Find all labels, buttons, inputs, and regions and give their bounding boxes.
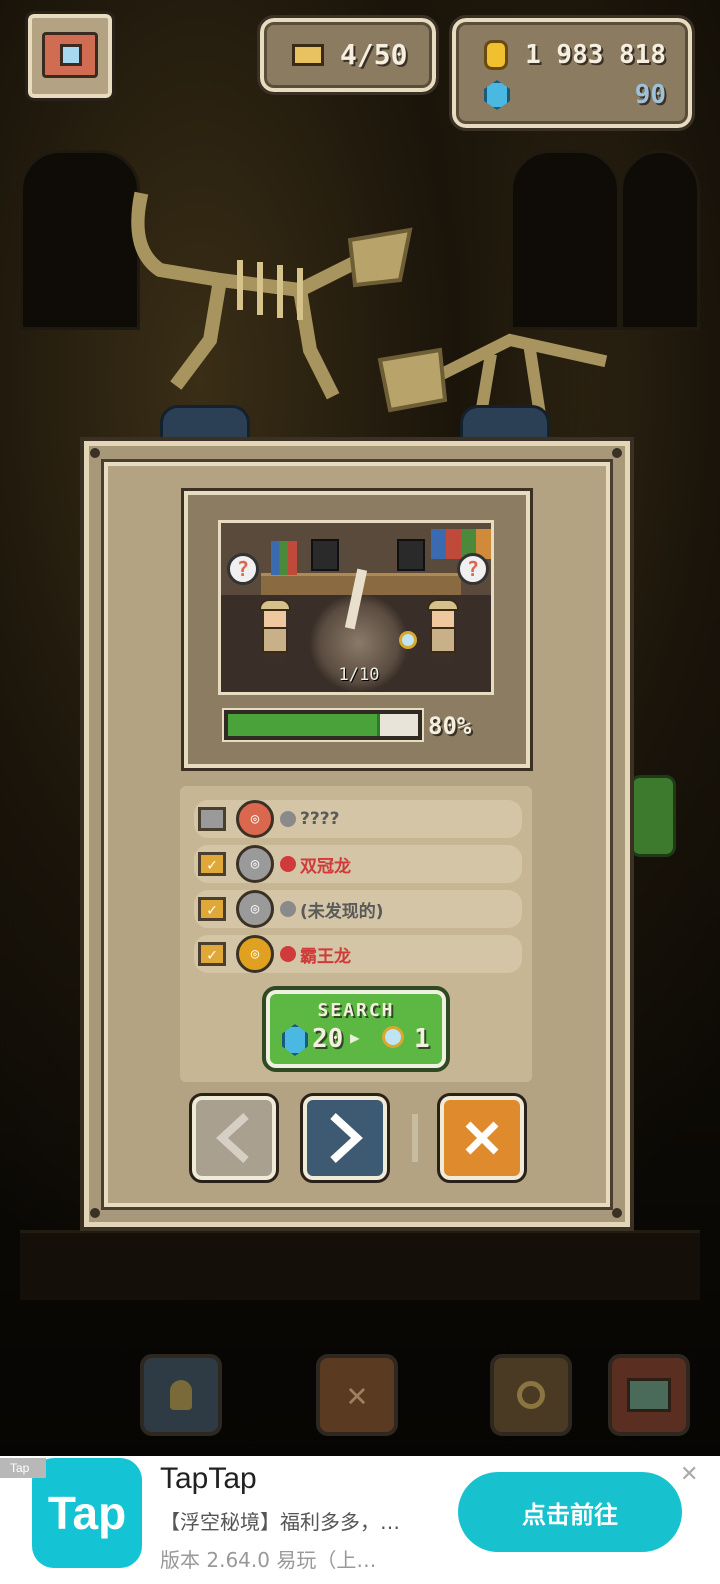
frame-bolt [612,1208,622,1218]
gem-count: 90 [634,80,666,110]
frame-bolt [90,448,100,458]
next-button[interactable] [300,1093,390,1183]
close-icon [465,1121,499,1155]
museum-floor [20,1230,700,1300]
divider [412,1114,418,1162]
capacity-panel: 4/50 [257,15,439,95]
bus-icon [292,44,324,66]
lightbulb-icon [170,1380,192,1410]
scene-books [271,541,297,575]
hint-button[interactable] [140,1354,222,1436]
scene-computer [397,539,425,571]
close-button[interactable] [437,1093,527,1183]
coin-count: 1 983 818 [525,40,666,70]
status-dot [280,946,296,962]
frame-bolt [612,448,622,458]
ad-version: 版本 2.64.0 易玩（上… [160,1548,377,1572]
frame-bolt [90,1208,100,1218]
close-icon: ✕ [346,1375,368,1415]
ad-subtitle: 【浮空秘境】福利多多，… [160,1510,400,1534]
map-button[interactable] [608,1354,690,1436]
capacity-value: 4/50 [340,38,408,71]
search-tool-button[interactable] [490,1354,572,1436]
fossil-medal-icon: ◎ [236,890,274,928]
ad-cta-button[interactable]: 点击前往 [458,1472,682,1552]
scene-computer [311,539,339,571]
ad-tag: Tap [0,1458,46,1478]
checkbox[interactable]: ✓ [198,897,226,921]
taptap-logo[interactable]: Tap [32,1458,142,1568]
ad-close-icon[interactable]: ✕ [680,1462,698,1487]
search-lens-cost: 1 [414,1024,430,1054]
status-dot [280,811,296,827]
dinosaur-name: (未发现的) [300,901,384,922]
dinosaur-name: ???? [300,809,340,829]
side-tab[interactable] [630,775,676,857]
gem-icon [282,1024,308,1056]
scene-books [431,529,491,559]
fossil-medal-icon: ◎ [236,845,274,883]
dinosaur-name: 霸王龙 [300,946,351,967]
dig-progress-fill [228,714,380,736]
fossil-medal-icon: ◎ [236,935,274,973]
status-dot [280,901,296,917]
currency-panel: 1 983 818 90 [449,15,695,131]
taptap-logo-text: Tap [47,1487,127,1539]
checkbox[interactable] [198,807,226,831]
gem-icon [484,80,510,110]
dinosaur-name: 双冠龙 [300,856,351,877]
chevron-left-icon [216,1113,249,1163]
dig-progress-label: 80% [428,712,472,740]
excavation-scene: ? ? 1/10 [218,520,494,695]
ad-title: TapTap [160,1462,257,1495]
search-label: SEARCH [317,1000,395,1021]
question-bubble-right: ? [457,553,489,585]
camera-icon [42,32,98,78]
explorer-character-left [259,599,291,671]
camera-button[interactable] [25,11,115,101]
search-gem-cost: 20 [312,1024,344,1054]
checkbox[interactable]: ✓ [198,852,226,876]
magnifier-icon [517,1381,545,1409]
fossil-medal-icon: ◎ [236,800,274,838]
list-item[interactable]: ◎ ???? [194,800,522,838]
magnifier-icon [382,1026,404,1048]
display-pedestal [460,405,550,445]
explorer-character-right [427,599,459,671]
scene-counter: 1/10 [338,665,380,685]
magnifier-icon [399,631,417,649]
status-dot [280,856,296,872]
display-pedestal [160,405,250,445]
coin-icon [484,40,508,70]
arrow-right-icon: ▶ [350,1028,360,1047]
prev-button[interactable] [189,1093,279,1183]
search-button[interactable]: SEARCH 20 ▶ 1 [262,986,450,1072]
list-item[interactable]: ✓ ◎ 双冠龙 [194,845,522,883]
list-item[interactable]: ✓ ◎ (未发现的) [194,890,522,928]
chevron-right-icon [330,1113,363,1163]
question-bubble-left: ? [227,553,259,585]
wall-arch [620,150,700,330]
map-icon [627,1378,671,1412]
checkbox[interactable]: ✓ [198,942,226,966]
cancel-tool-button[interactable]: ✕ [316,1354,398,1436]
dig-progress-bar [222,708,424,742]
list-item[interactable]: ✓ ◎ 霸王龙 [194,935,522,973]
